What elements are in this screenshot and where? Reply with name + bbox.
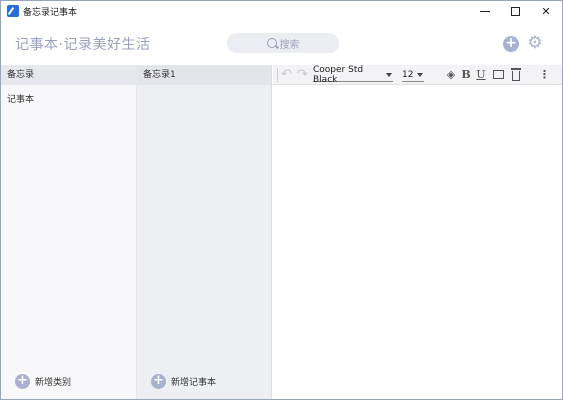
- search-placeholder: 搜索: [279, 39, 300, 51]
- add-notebook-button[interactable]: + 新增记事本: [151, 374, 216, 389]
- category-item[interactable]: 记事本: [1, 92, 136, 105]
- redo-icon[interactable]: ↷: [297, 67, 308, 82]
- title-bar: 备忘录记事本 ✕: [1, 1, 562, 21]
- editor-area[interactable]: ↶ ↷ Cooper Std Black 12 ◈ B U ⋮: [273, 65, 562, 399]
- plus-circle-icon: +: [15, 374, 30, 389]
- chevron-down-icon: [386, 72, 392, 77]
- underline-button[interactable]: U: [476, 68, 486, 82]
- category-panel-header: 备忘录: [1, 65, 136, 85]
- insert-image-icon[interactable]: [492, 68, 504, 82]
- editor-toolbar: ↶ ↷ Cooper Std Black 12 ◈ B U ⋮: [273, 65, 562, 85]
- gear-icon[interactable]: ⚙: [526, 34, 544, 52]
- window-title: 备忘录记事本: [23, 8, 78, 18]
- minimize-icon: [480, 11, 490, 12]
- minimize-button[interactable]: [470, 1, 500, 21]
- chevron-down-icon: [417, 72, 423, 77]
- notes-panel-header: 备忘录1: [137, 65, 271, 85]
- close-button[interactable]: ✕: [531, 1, 561, 21]
- font-size-select[interactable]: 12: [402, 68, 424, 82]
- toolbar-divider: [277, 68, 278, 82]
- maximize-icon: [510, 6, 520, 16]
- search-box[interactable]: 搜索: [227, 33, 339, 53]
- add-category-label: 新增类别: [35, 378, 72, 388]
- undo-icon[interactable]: ↶: [281, 67, 292, 82]
- fill-color-icon[interactable]: ◈: [445, 68, 457, 82]
- app-header: 记事本·记录美好生活 搜索 + ⚙: [1, 21, 562, 65]
- font-family-select[interactable]: Cooper Std Black: [313, 64, 393, 85]
- add-category-button[interactable]: + 新增类别: [15, 374, 71, 389]
- search-icon: [266, 38, 277, 48]
- delete-icon[interactable]: [511, 68, 521, 82]
- maximize-button[interactable]: [500, 1, 530, 21]
- more-options-button[interactable]: ⋮: [539, 68, 550, 82]
- category-panel: 备忘录 记事本 + 新增类别: [1, 65, 137, 399]
- close-icon: ✕: [541, 4, 551, 18]
- brand-title: 记事本·记录美好生活: [15, 37, 151, 53]
- plus-circle-icon: +: [151, 374, 166, 389]
- notes-panel: 备忘录1 + 新增记事本: [137, 65, 272, 399]
- app-logo-icon: [7, 5, 19, 17]
- add-note-button[interactable]: +: [503, 36, 519, 52]
- font-family-value: Cooper Std Black: [313, 64, 364, 85]
- add-notebook-label: 新增记事本: [171, 378, 217, 388]
- app-window: 备忘录记事本 ✕ 记事本·记录美好生活 搜索 + ⚙ 备忘录 记事本 + 新增类…: [0, 0, 563, 400]
- font-size-value: 12: [402, 69, 414, 80]
- bold-button[interactable]: B: [461, 68, 471, 82]
